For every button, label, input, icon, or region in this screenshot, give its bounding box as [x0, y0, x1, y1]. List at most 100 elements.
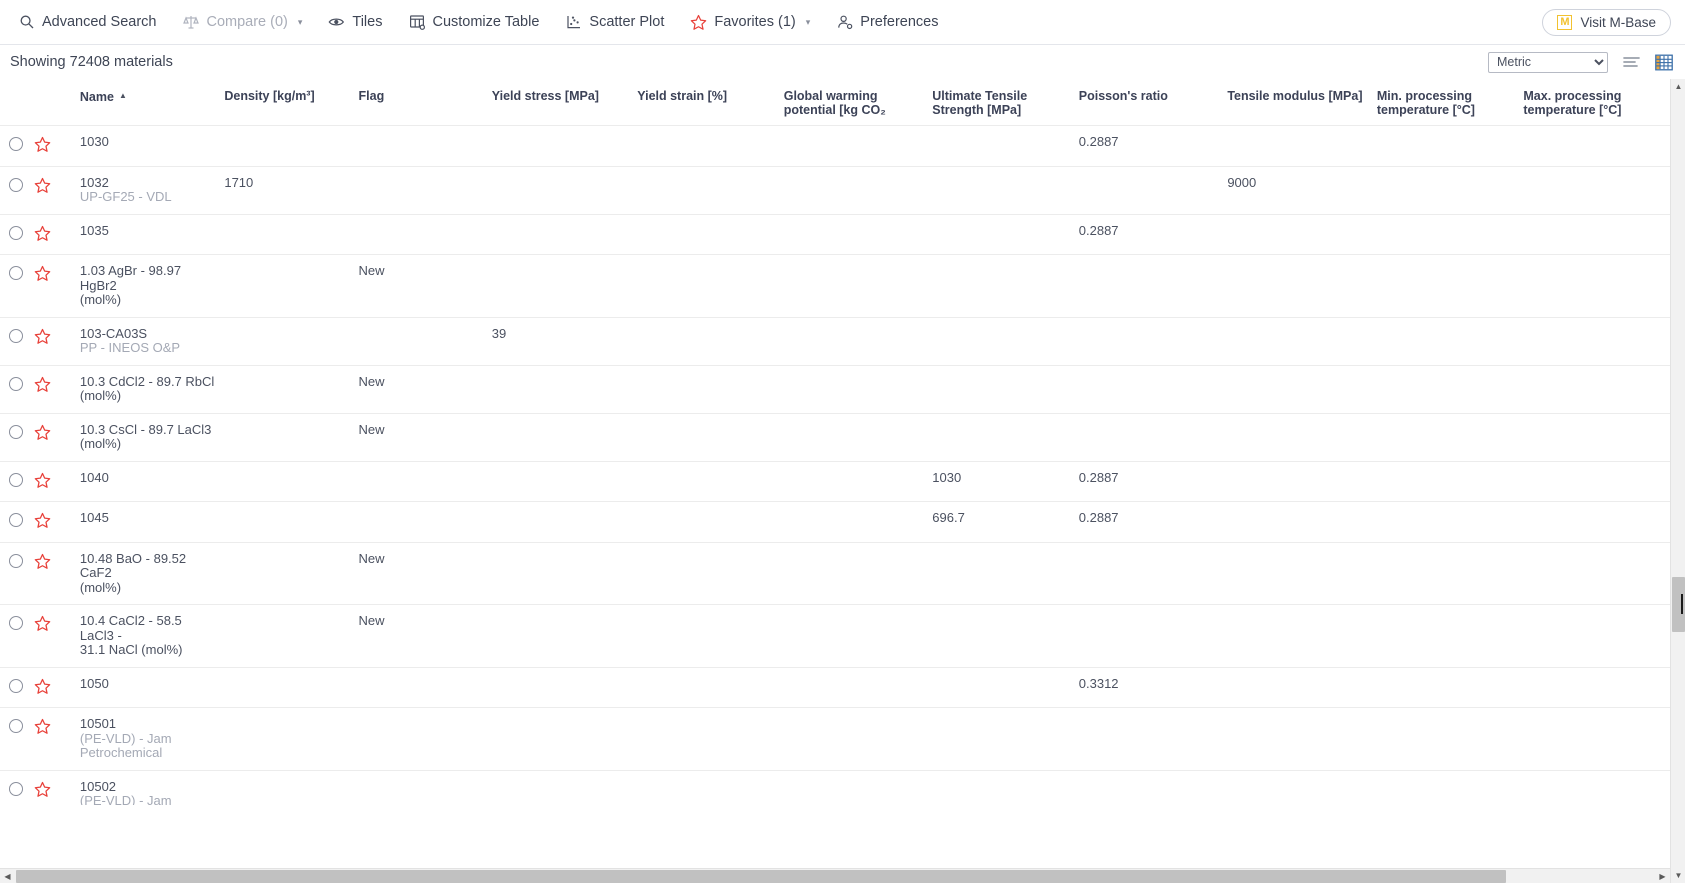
table-row[interactable]: 1035 0.2887	[0, 214, 1670, 255]
favorite-star-icon[interactable]	[34, 781, 51, 798]
favorite-star-icon[interactable]	[34, 678, 51, 695]
scroll-down-arrow-icon[interactable]: ▼	[1671, 868, 1685, 883]
row-select-cell[interactable]	[0, 502, 34, 543]
advanced-search-button[interactable]: Advanced Search	[10, 10, 164, 35]
row-select-cell[interactable]	[0, 317, 34, 365]
favorite-star-icon[interactable]	[34, 718, 51, 735]
header-ultimate-tensile-strength[interactable]: Ultimate Tensile Strength [MPa]	[932, 79, 1079, 126]
material-name-cell[interactable]: 1040	[80, 461, 224, 502]
vertical-scrollbar-thumb[interactable]	[1672, 577, 1685, 632]
table-row[interactable]: 1.03 AgBr - 98.97 HgBr2 (mol%) New	[0, 254, 1670, 318]
favorite-star-icon[interactable]	[34, 424, 51, 441]
row-radio-button[interactable]	[9, 513, 23, 527]
row-select-cell[interactable]	[0, 413, 34, 461]
table-row[interactable]: 103-CA03S PP - INEOS O&P 39	[0, 317, 1670, 365]
vertical-scrollbar[interactable]: ▲ ▼	[1670, 79, 1685, 883]
favorites-button[interactable]: Favorites (1) ▾	[682, 10, 818, 35]
table-row[interactable]: 10.3 CdCl2 - 89.7 RbCl (mol%) New	[0, 365, 1670, 413]
scroll-left-arrow-icon[interactable]: ◀	[0, 869, 15, 883]
row-favorite-cell[interactable]	[34, 708, 80, 771]
row-favorite-cell[interactable]	[34, 166, 80, 214]
material-name-cell[interactable]: 1032 UP-GF25 - VDL	[80, 166, 224, 214]
horizontal-scrollbar[interactable]: ◀ ▶	[0, 868, 1670, 883]
row-favorite-cell[interactable]	[34, 461, 80, 502]
favorite-star-icon[interactable]	[34, 472, 51, 489]
row-favorite-cell[interactable]	[34, 605, 80, 668]
row-favorite-cell[interactable]	[34, 542, 80, 605]
row-select-cell[interactable]	[0, 605, 34, 668]
material-name-cell[interactable]: 1030	[80, 126, 224, 167]
unit-system-select[interactable]: Metric Imperial	[1488, 51, 1608, 73]
row-radio-button[interactable]	[9, 678, 23, 693]
favorite-star-icon[interactable]	[34, 512, 51, 529]
row-radio-button[interactable]	[9, 266, 23, 280]
customize-table-button[interactable]: Customize Table	[400, 10, 547, 35]
material-name-cell[interactable]: 10.48 BaO - 89.52 CaF2 (mol%)	[80, 542, 224, 605]
row-favorite-cell[interactable]	[34, 502, 80, 543]
row-select-cell[interactable]	[0, 770, 34, 805]
material-name-cell[interactable]: 1050	[80, 667, 224, 708]
favorite-star-icon[interactable]	[34, 376, 51, 393]
material-name-cell[interactable]: 1045	[80, 502, 224, 543]
material-name-cell[interactable]: 10.3 CdCl2 - 89.7 RbCl (mol%)	[80, 365, 224, 413]
table-row[interactable]: 1030 0.2887	[0, 125, 1670, 167]
favorite-star-icon[interactable]	[34, 553, 51, 570]
table-row[interactable]: 1050 0.3312	[0, 667, 1670, 708]
compare-button[interactable]: Compare (0) ▾	[174, 10, 310, 35]
row-favorite-cell[interactable]	[34, 667, 80, 708]
header-min-processing-temperature[interactable]: Min. processing temperature [°C]	[1376, 79, 1524, 126]
table-row[interactable]: 1045 696.7 0.2887	[0, 501, 1670, 543]
header-density[interactable]: Density [kg/m³]	[224, 79, 359, 126]
row-radio-button[interactable]	[9, 616, 23, 630]
header-name[interactable]: Name ▲	[79, 79, 225, 126]
list-view-icon[interactable]	[1622, 54, 1641, 70]
row-select-cell[interactable]	[0, 126, 34, 167]
row-radio-button[interactable]	[9, 376, 23, 391]
favorite-star-icon[interactable]	[34, 136, 51, 153]
row-select-cell[interactable]	[0, 542, 34, 605]
scroll-up-arrow-icon[interactable]: ▲	[1671, 79, 1685, 94]
material-name-cell[interactable]: 10.3 CsCl - 89.7 LaCl3 (mol%)	[80, 413, 224, 461]
row-radio-button[interactable]	[9, 719, 23, 733]
material-name-cell[interactable]: 10502(PE-VLD) - JamPetrochemical	[80, 770, 224, 805]
header-poissons-ratio[interactable]: Poisson's ratio	[1078, 79, 1228, 126]
material-name-cell[interactable]: 10501 (PE-VLD) - Jam Petrochemical	[80, 708, 224, 771]
tiles-button[interactable]: Tiles	[320, 10, 390, 35]
row-radio-button[interactable]	[9, 472, 23, 487]
scatter-plot-button[interactable]: Scatter Plot	[557, 10, 672, 35]
row-favorite-cell[interactable]	[34, 255, 80, 318]
row-favorite-cell[interactable]	[34, 317, 80, 365]
material-name-cell[interactable]: 103-CA03S PP - INEOS O&P	[80, 317, 224, 365]
table-row[interactable]: 1040 1030 0.2887	[0, 461, 1670, 502]
table-row[interactable]: 10.3 CsCl - 89.7 LaCl3 (mol%) New	[0, 413, 1670, 461]
row-favorite-cell[interactable]	[34, 214, 80, 255]
table-row[interactable]: 10.4 CaCl2 - 58.5 LaCl3 -31.1 NaCl (mol%…	[0, 604, 1670, 668]
favorite-star-icon[interactable]	[34, 177, 51, 194]
header-yield-strain[interactable]: Yield strain [%]	[637, 79, 784, 126]
table-row[interactable]: 10502(PE-VLD) - JamPetrochemical	[0, 770, 1670, 805]
favorite-star-icon[interactable]	[34, 265, 51, 282]
header-max-processing-temperature[interactable]: Max. processing temperature [°C]	[1523, 79, 1670, 126]
material-name-cell[interactable]: 10.4 CaCl2 - 58.5 LaCl3 -31.1 NaCl (mol%…	[80, 605, 224, 668]
scroll-right-arrow-icon[interactable]: ▶	[1655, 869, 1670, 883]
row-select-cell[interactable]	[0, 166, 34, 214]
row-radio-button[interactable]	[9, 424, 23, 439]
row-favorite-cell[interactable]	[34, 126, 80, 167]
table-row[interactable]: 1032 UP-GF25 - VDL 1710 9000	[0, 166, 1670, 214]
row-select-cell[interactable]	[0, 708, 34, 771]
material-name-cell[interactable]: 1035	[80, 214, 224, 255]
row-radio-button[interactable]	[9, 177, 23, 192]
visit-mbase-button[interactable]: M Visit M-Base	[1542, 8, 1671, 36]
row-radio-button[interactable]	[9, 225, 23, 240]
row-select-cell[interactable]	[0, 461, 34, 502]
row-favorite-cell[interactable]	[34, 770, 80, 805]
header-yield-stress[interactable]: Yield stress [MPa]	[491, 79, 638, 126]
material-name-cell[interactable]: 1.03 AgBr - 98.97 HgBr2 (mol%)	[80, 255, 224, 318]
row-radio-button[interactable]	[9, 137, 23, 151]
horizontal-scrollbar-thumb[interactable]	[16, 870, 1506, 883]
favorite-star-icon[interactable]	[34, 615, 51, 632]
row-radio-button[interactable]	[9, 781, 23, 796]
grid-view-icon[interactable]	[1655, 54, 1673, 71]
row-select-cell[interactable]	[0, 365, 34, 413]
header-tensile-modulus[interactable]: Tensile modulus [MPa]	[1227, 79, 1377, 126]
